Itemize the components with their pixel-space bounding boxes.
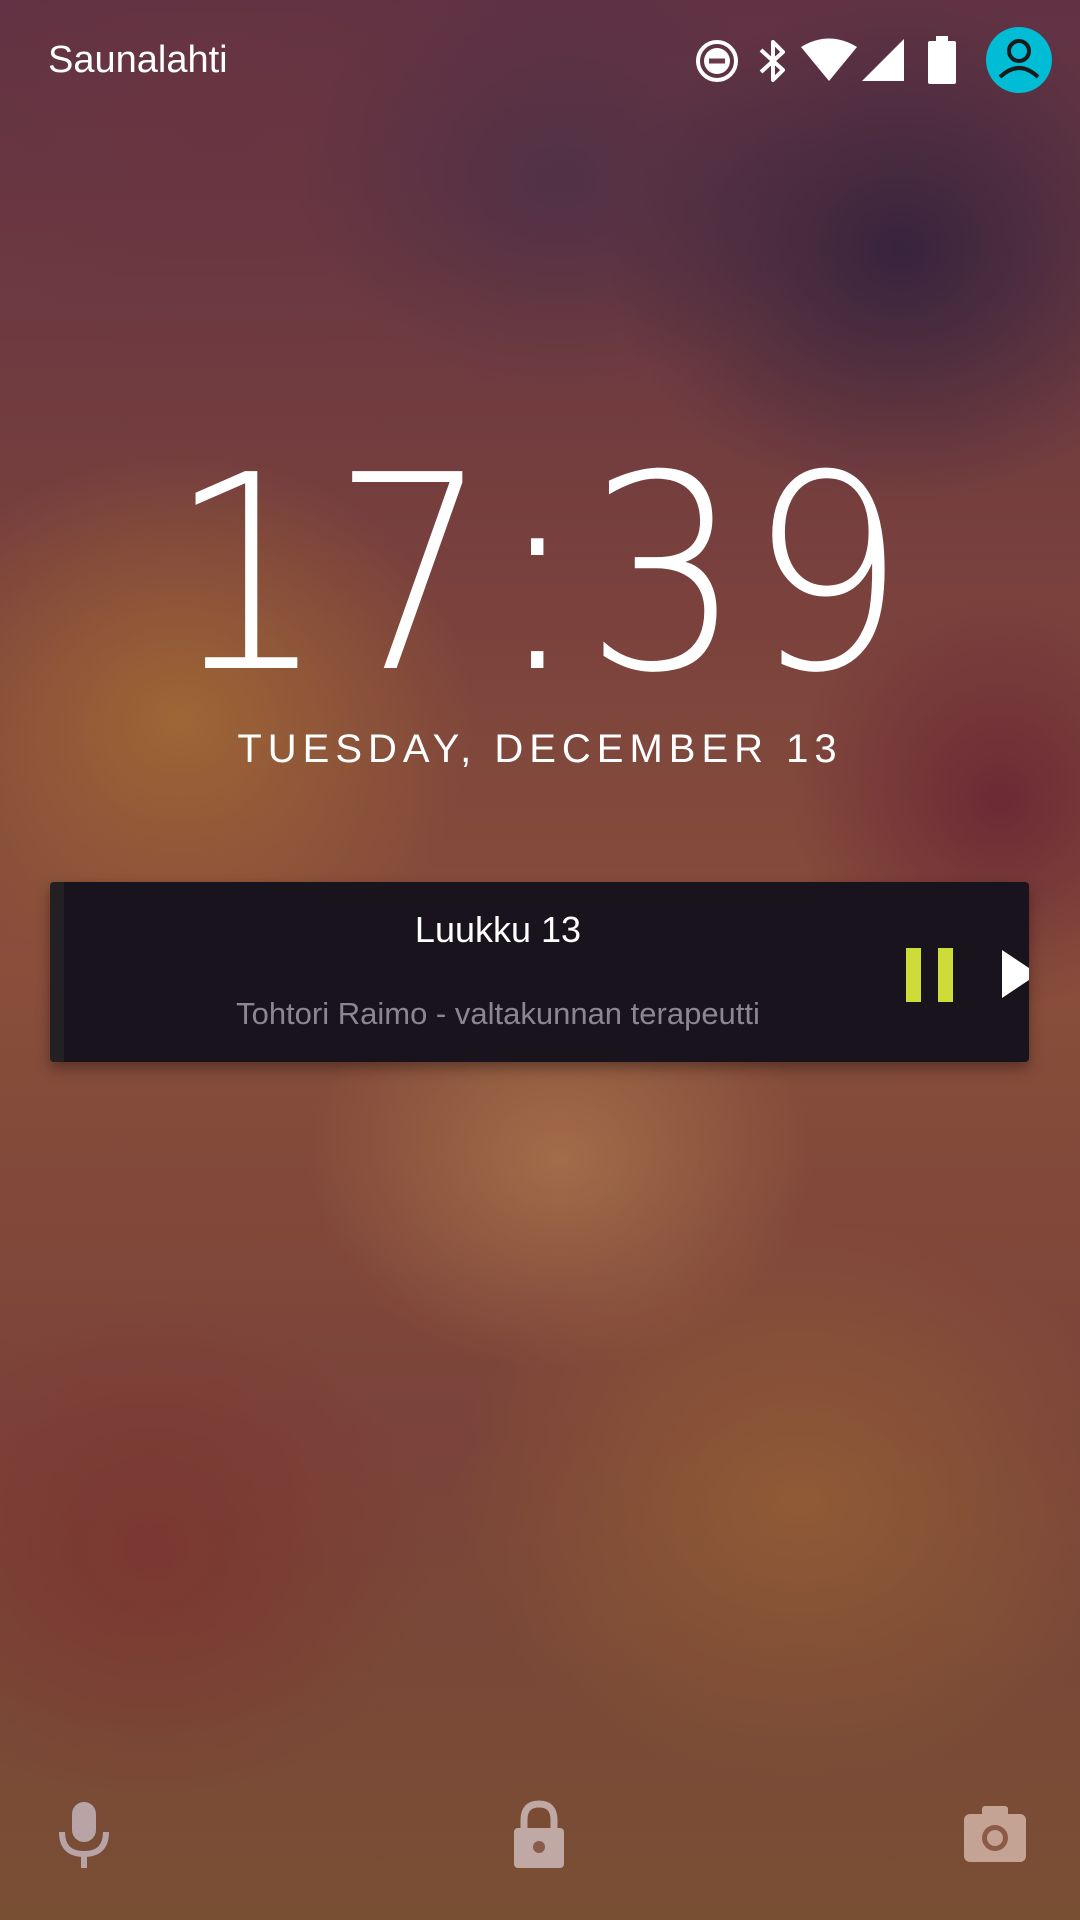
notification-edge	[50, 882, 64, 1062]
lockscreen: Saunalahti 17:39 TUESDAY, DECEMBER 13 Lu…	[0, 0, 1080, 1920]
do-not-disturb-icon	[696, 40, 738, 82]
skip-next-icon[interactable]	[998, 944, 1029, 1004]
bluetooth-icon	[759, 40, 785, 82]
media-title: Luukku 13	[414, 909, 582, 950]
media-subtitle: Tohtori Raimo - valtakunnan terapeutti	[236, 996, 760, 1031]
user-avatar-icon[interactable]	[986, 27, 1052, 93]
cell-signal-icon	[862, 39, 904, 81]
wifi-icon	[801, 38, 857, 81]
lock-icon[interactable]	[510, 1800, 568, 1870]
clock: 17:39	[168, 417, 912, 732]
status-bar: Saunalahti	[0, 0, 1080, 120]
battery-icon	[928, 36, 956, 84]
microphone-icon[interactable]	[56, 1800, 112, 1870]
media-notification[interactable]: Luukku 13 Tohtori Raimo - valtakunnan te…	[50, 882, 1029, 1062]
carrier-label: Saunalahti	[48, 39, 228, 81]
pause-icon[interactable]	[900, 944, 962, 1004]
camera-icon[interactable]	[962, 1804, 1028, 1864]
date-label: TUESDAY, DECEMBER 13	[237, 727, 843, 771]
